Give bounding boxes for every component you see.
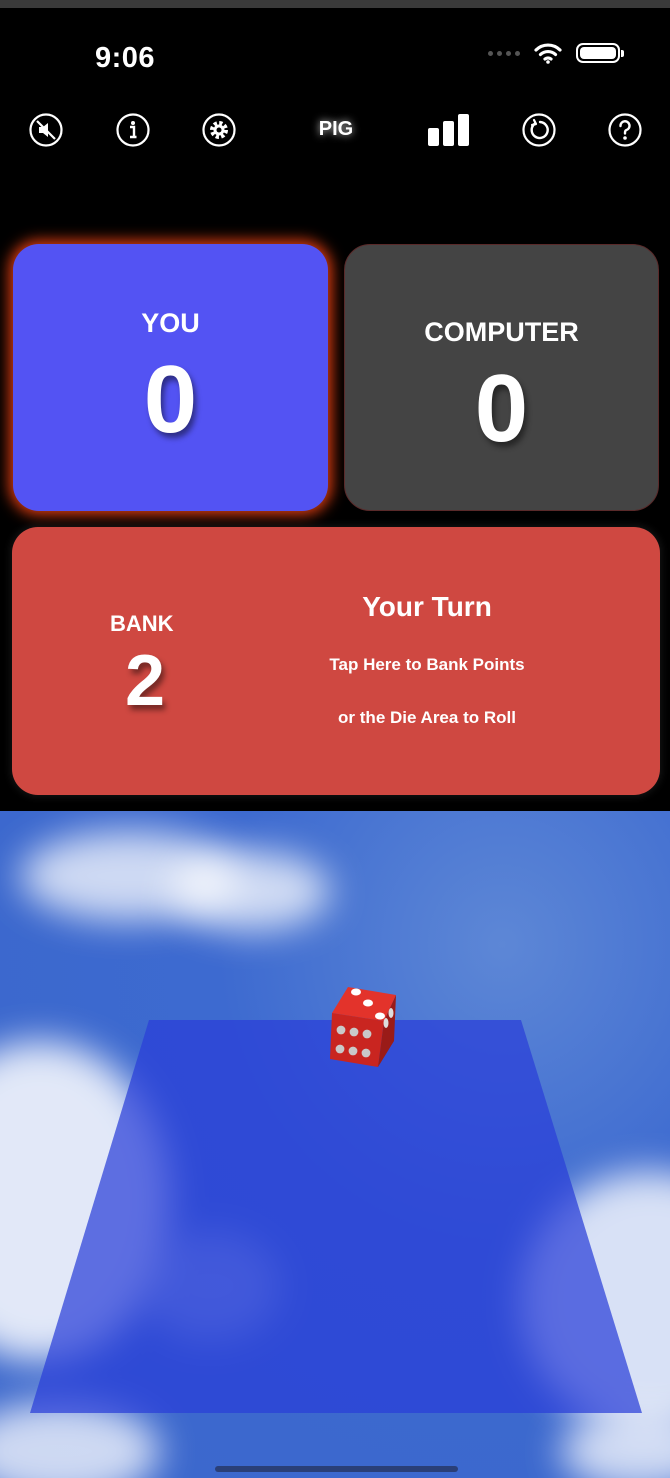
help-icon[interactable] [607,112,643,148]
die-roll-area[interactable] [0,811,670,1478]
info-icon[interactable] [115,112,151,148]
restart-icon[interactable] [521,112,557,148]
you-score: 0 [143,346,198,453]
bank-instruction: Tap Here to Bank Points [329,655,525,674]
computer-score: 0 [474,355,529,462]
die-icon[interactable] [326,983,400,1069]
home-indicator[interactable] [215,1466,458,1472]
settings-icon[interactable] [201,112,237,148]
roll-instruction: or the Die Area to Roll [338,708,516,727]
top-edge [0,0,670,8]
game-title: PIG [318,118,354,140]
bank-value: 2 [124,641,166,721]
status-time: 9:06 [95,42,156,74]
battery-icon [576,43,624,63]
wifi-icon [534,43,562,64]
you-score-card: YOU 0 [13,244,328,511]
turn-title: Your Turn [362,591,492,622]
bank-label: BANK [110,611,174,636]
cellular-signal-icon [488,50,520,56]
you-label: YOU [141,308,200,338]
computer-score-card: COMPUTER 0 [344,244,659,511]
status-indicators [488,42,624,64]
mute-icon[interactable] [28,112,64,148]
bank-points-button[interactable]: BANK 2 Your Turn Tap Here to Bank Points… [12,527,660,795]
dice-table [30,1020,642,1413]
stats-icon[interactable] [428,112,470,148]
computer-label: COMPUTER [424,317,579,347]
